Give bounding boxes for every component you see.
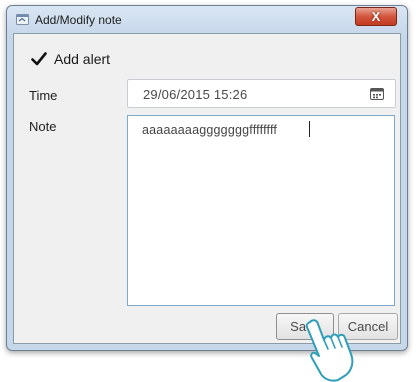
add-alert-label[interactable]: Add alert <box>54 51 110 67</box>
dialog-body: Add alert Time 29/06/2015 15:26 Note aaa… <box>13 33 401 344</box>
time-label: Time <box>29 88 58 103</box>
dialog-window: Add/Modify note X Add alert Time 29/06/2… <box>6 5 408 351</box>
app-window-icon <box>16 14 29 25</box>
title-bar[interactable]: Add/Modify note X <box>7 6 407 33</box>
note-text: aaaaaaaagggggggffffffff <box>142 123 278 137</box>
close-button[interactable]: X <box>355 7 397 26</box>
note-label: Note <box>29 119 57 134</box>
add-alert-checkbox[interactable] <box>31 51 47 67</box>
calendar-icon[interactable] <box>370 88 384 100</box>
time-value: 29/06/2015 15:26 <box>143 87 248 102</box>
note-textarea[interactable]: aaaaaaaagggggggffffffff <box>127 115 395 306</box>
time-input[interactable]: 29/06/2015 15:26 <box>127 79 396 108</box>
window-title: Add/Modify note <box>35 13 122 27</box>
close-icon: X <box>371 9 381 24</box>
text-caret <box>309 121 310 137</box>
hand-pointer-icon <box>305 319 354 382</box>
checkmark-icon <box>31 52 47 66</box>
